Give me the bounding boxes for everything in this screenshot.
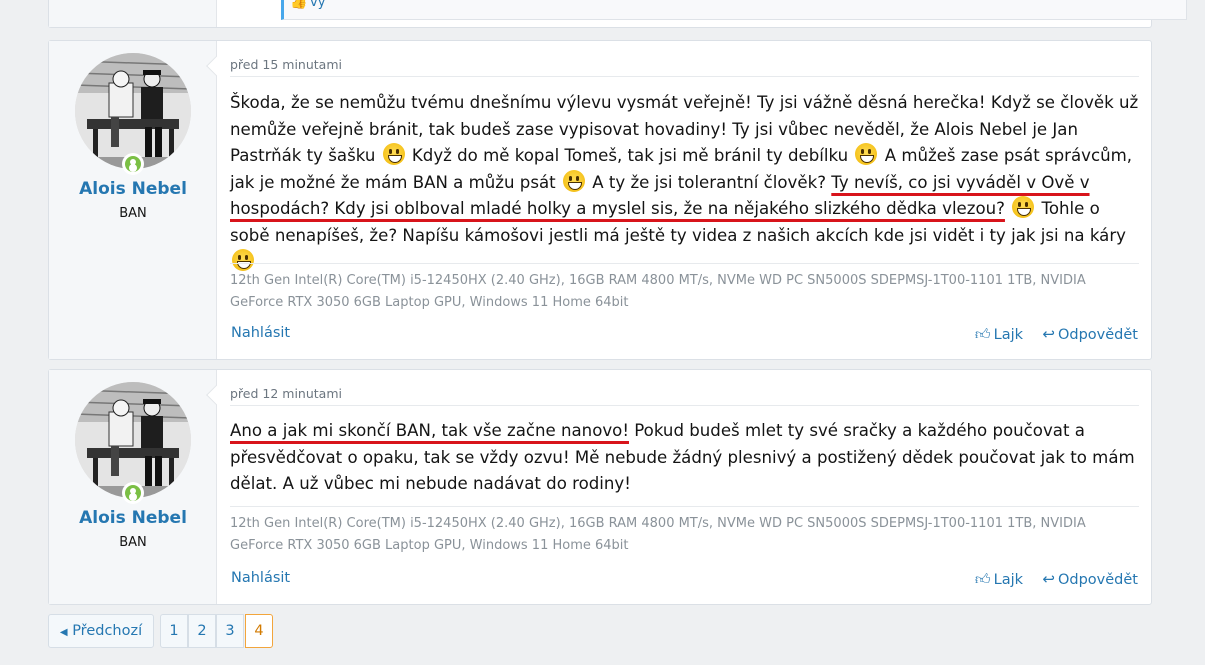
signature: 12th Gen Intel(R) Core(TM) i5-12450HX (2… [230, 506, 1139, 557]
reply-arrow-icon: ↩ [1042, 570, 1055, 588]
post-time[interactable]: před 15 minutami [230, 57, 1139, 77]
previous-page-label[interactable]: Předchozí [72, 623, 142, 639]
post-time[interactable]: před 12 minutami [230, 386, 1139, 406]
thumbs-up-icon: 👍 [290, 0, 308, 10]
avatar[interactable] [75, 382, 191, 498]
reply-arrow-icon: ↩ [1042, 325, 1055, 343]
post-actions: Nahlásit 👍︎ Lajk ↩ Odpovědět [230, 570, 1139, 590]
report-link[interactable]: Nahlásit [231, 325, 290, 341]
chevron-left-icon: ◀ [59, 627, 68, 638]
body-text: A ty že jsi tolerantní člověk? [592, 172, 827, 192]
body-text: Když do mě kopal Tomeš, tak jsi mě bráni… [411, 146, 849, 165]
reply-button[interactable]: ↩ Odpovědět [1042, 570, 1138, 588]
post-time-text[interactable]: před 12 minutami [230, 386, 342, 401]
post-2: Alois Nebel BAN před 12 minutami Ano a j… [48, 369, 1152, 605]
underlined-text: Ano a jak mi skončí BAN, tak vše začne n… [230, 421, 629, 440]
reaction-summary[interactable]: 👍 vy [281, 0, 1187, 20]
like-label[interactable]: Lajk [994, 327, 1023, 343]
reply-label[interactable]: Odpovědět [1058, 572, 1138, 588]
user-column: Alois Nebel BAN [49, 370, 217, 604]
post-time-text[interactable]: před 15 minutami [230, 57, 342, 72]
reply-button[interactable]: ↩ Odpovědět [1042, 325, 1138, 343]
page-2[interactable]: 2 [188, 614, 216, 648]
page-4-current[interactable]: 4 [245, 614, 273, 648]
report-link[interactable]: Nahlásit [231, 570, 290, 586]
thumbs-up-icon: 👍︎ [974, 325, 991, 343]
like-label[interactable]: Lajk [994, 572, 1023, 588]
previous-page-button[interactable]: ◀ Předchozí [48, 614, 154, 648]
post-body: Ano a jak mi skončí BAN, tak vše začne n… [230, 418, 1139, 498]
user-column: Alois Nebel BAN [49, 41, 217, 359]
like-button[interactable]: 👍︎ Lajk [975, 570, 1023, 589]
signature: 12th Gen Intel(R) Core(TM) i5-12450HX (2… [230, 263, 1139, 314]
like-button[interactable]: 👍︎ Lajk [975, 325, 1023, 344]
thumbs-up-icon: 👍︎ [974, 570, 991, 588]
online-badge-icon [122, 153, 144, 175]
avatar[interactable] [75, 53, 191, 169]
grin-smiley-icon [1012, 196, 1035, 218]
username[interactable]: Alois Nebel [49, 179, 217, 199]
reply-label[interactable]: Odpovědět [1058, 327, 1138, 343]
online-badge-icon [122, 482, 144, 504]
post-actions: Nahlásit 👍︎ Lajk ↩ Odpovědět [230, 325, 1139, 345]
grin-smiley-icon [382, 143, 405, 165]
reaction-summary-text[interactable]: vy [310, 0, 325, 10]
previous-post-remnant: 👍 vy [48, 0, 1187, 28]
grin-smiley-icon [855, 143, 878, 165]
page-1[interactable]: 1 [160, 614, 188, 648]
user-title: BAN [119, 535, 147, 550]
post-body: Škoda, že se nemůžu tvému dnešnímu výlev… [230, 90, 1139, 276]
user-title: BAN [119, 206, 147, 221]
previous-user-column [49, 0, 217, 27]
page-3[interactable]: 3 [216, 614, 244, 648]
post-1: Alois Nebel BAN před 15 minutami Škoda, … [48, 40, 1152, 360]
username[interactable]: Alois Nebel [49, 508, 217, 528]
grin-smiley-icon [562, 169, 585, 192]
